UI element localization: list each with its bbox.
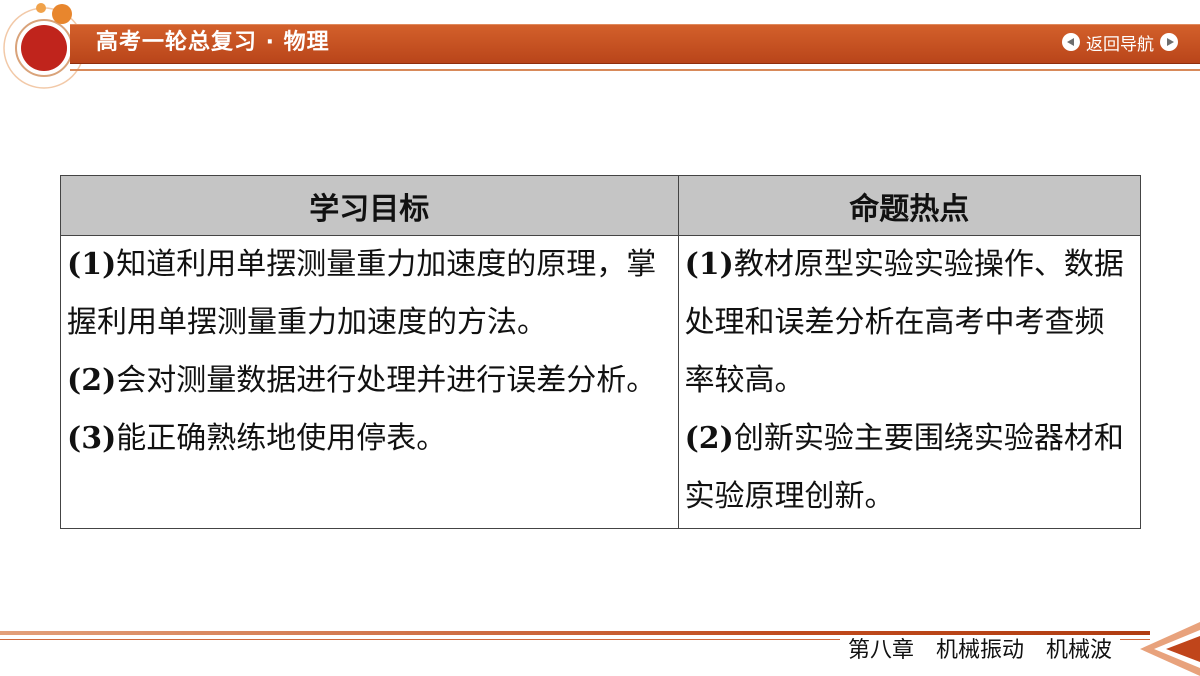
list-item: (2)创新实验主要围绕实验器材和实验原理创新。 [685,410,1134,526]
slide: 高考一轮总复习 · 物理 返回导航 学习目标 命题热点 (1)知道利用单摆测量重… [0,0,1200,676]
arrow-left-icon[interactable] [1062,33,1080,51]
item-text: 创新实验主要围绕实验器材和实验原理创新。 [684,421,1124,514]
item-number: (2) [67,363,117,398]
header-divider [70,69,1200,71]
item-number: (2) [684,421,734,456]
item-number: (1) [67,247,117,282]
learning-goals-cell: (1)知道利用单摆测量重力加速度的原理，掌握利用单摆测量重力加速度的方法。 (2… [60,235,679,529]
item-text: 知道利用单摆测量重力加速度的原理，掌握利用单摆测量重力加速度的方法。 [67,247,657,340]
list-item: (2)会对测量数据进行处理并进行误差分析。 [67,352,672,410]
footer-divider [0,631,1150,635]
item-text: 能正确熟练地使用停表。 [116,421,447,456]
exam-hotspots-cell: (1)教材原型实验实验操作、数据处理和误差分析在高考中考查频率较高。 (2)创新… [677,235,1142,529]
list-item: (1)教材原型实验实验操作、数据处理和误差分析在高考中考查频率较高。 [685,236,1134,410]
nav-back-label[interactable]: 返回导航 [1086,30,1154,55]
list-item: (1)知道利用单摆测量重力加速度的原理，掌握利用单摆测量重力加速度的方法。 [67,236,672,352]
table-row: (1)知道利用单摆测量重力加速度的原理，掌握利用单摆测量重力加速度的方法。 (2… [60,235,1142,529]
item-text: 会对测量数据进行处理并进行误差分析。 [116,363,657,398]
chapter-label: 第八章 机械振动 机械波 [839,636,1120,666]
chevron-left-icon[interactable] [1130,622,1200,676]
header-learning-goals: 学习目标 [60,175,679,236]
item-text: 教材原型实验实验操作、数据处理和误差分析在高考中考查频率较高。 [684,247,1124,398]
table-header-row: 学习目标 命题热点 [60,175,1142,236]
arrow-right-icon[interactable] [1160,33,1178,51]
page-title: 高考一轮总复习 · 物理 [96,30,330,55]
list-item: (3)能正确熟练地使用停表。 [67,410,672,468]
objectives-table: 学习目标 命题热点 (1)知道利用单摆测量重力加速度的原理，掌握利用单摆测量重力… [60,175,1142,529]
nav-back[interactable]: 返回导航 [1062,30,1178,55]
header-exam-hotspots: 命题热点 [677,175,1142,236]
item-number: (3) [67,421,117,456]
item-number: (1) [684,247,734,282]
